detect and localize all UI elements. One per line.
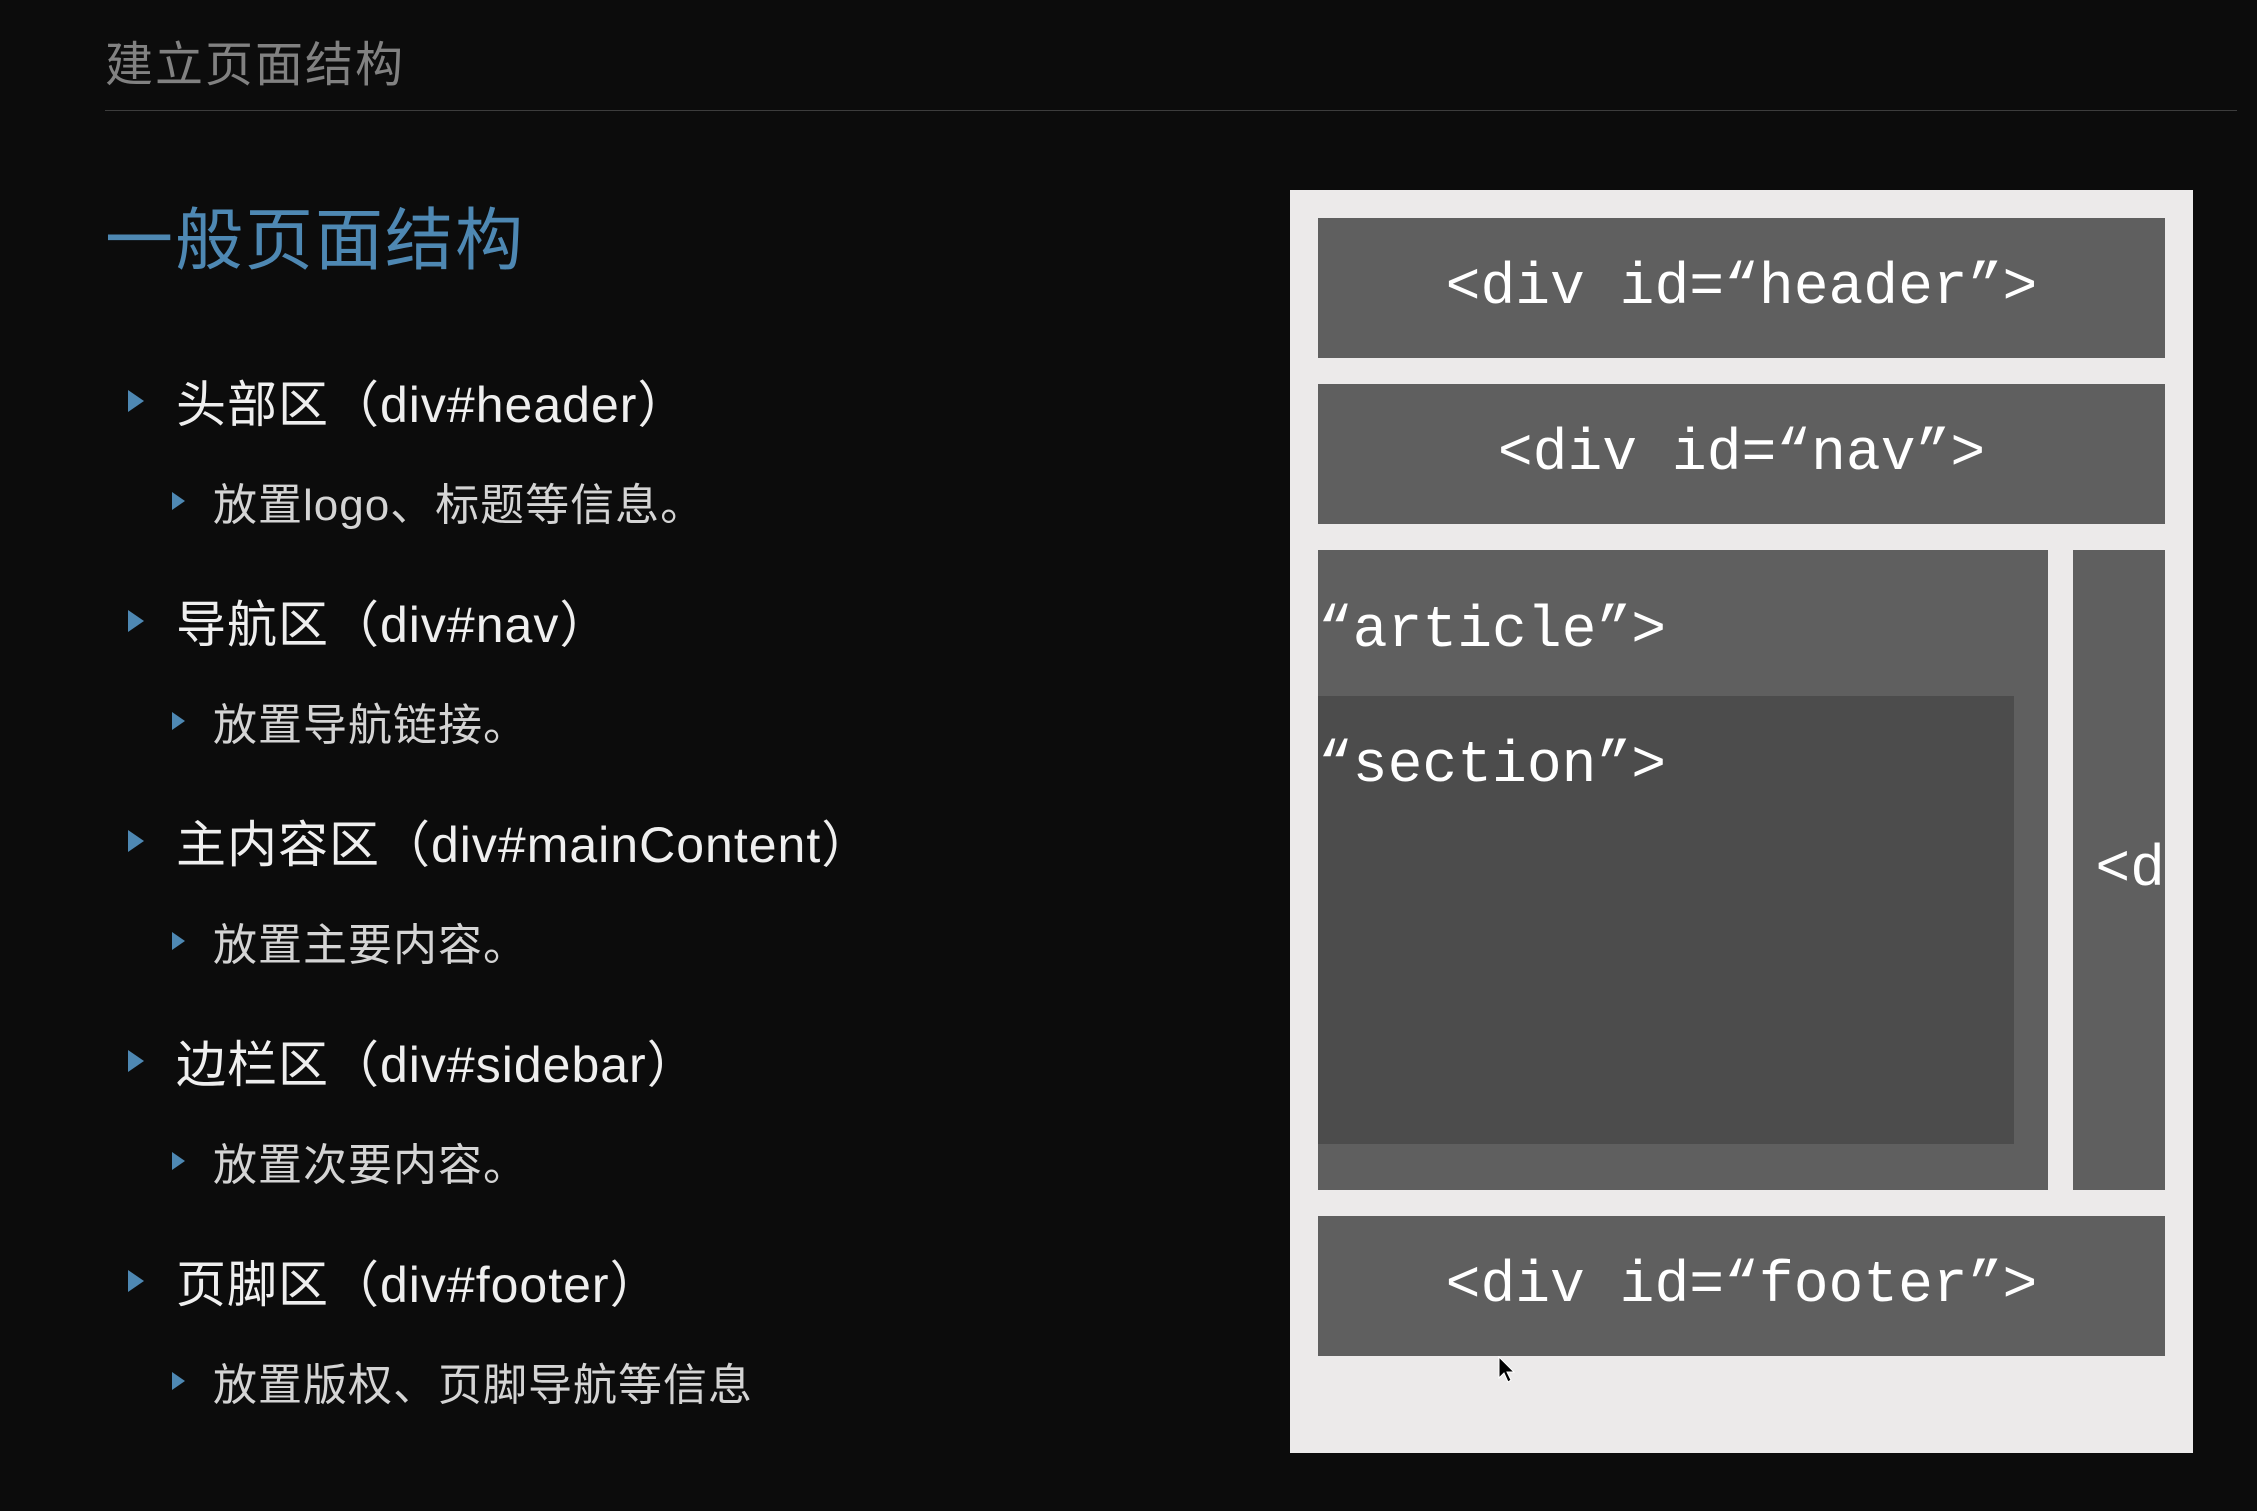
slide-title: 建立页面结构 [105,25,405,95]
list-subitem: 放置主要内容。 [172,909,1228,973]
diagram-section-block: “section”> [1318,696,2014,1144]
diagram-sidebar-label: <d [2095,838,2165,903]
triangle-bullet-icon [128,830,144,852]
list-subitem-label: 放置版权、页脚导航等信息 [213,1349,753,1413]
triangle-bullet-icon [172,1152,185,1170]
bullet-list: 头部区（div#header） 放置logo、标题等信息。 导航区（div#na… [128,365,1228,1465]
diagram-nav-label: <div id=“nav”> [1498,422,1985,487]
list-item-label: 导航区（div#nav） [176,585,610,657]
diagram-article-block: “article”> “section”> [1318,550,2048,1190]
diagram-article-label: “article”> [1318,599,1666,664]
diagram-mid-row: “article”> “section”> <d [1318,550,2165,1190]
list-subitem-label: 放置logo、标题等信息。 [213,469,705,533]
list-item-label: 边栏区（div#sidebar） [176,1025,698,1097]
list-subitem-label: 放置主要内容。 [213,909,528,973]
list-item: 主内容区（div#mainContent） 放置主要内容。 [128,805,1228,973]
triangle-bullet-icon [128,1050,144,1072]
diagram-header-block: <div id=“header”> [1318,218,2165,358]
triangle-bullet-icon [172,1372,185,1390]
list-item-label: 头部区（div#header） [176,365,688,437]
triangle-bullet-icon [172,492,185,510]
diagram-footer-label: <div id=“footer”> [1446,1254,2038,1319]
list-subitem: 放置logo、标题等信息。 [172,469,1228,533]
list-subitem: 放置版权、页脚导航等信息 [172,1349,1228,1413]
diagram-section-label: “section”> [1318,734,1666,799]
list-item: 导航区（div#nav） 放置导航链接。 [128,585,1228,753]
list-subitem-label: 放置导航链接。 [213,689,528,753]
list-subitem: 放置导航链接。 [172,689,1228,753]
list-subitem-label: 放置次要内容。 [213,1129,528,1193]
diagram-sidebar-block: <d [2073,550,2165,1190]
layout-diagram: <div id=“header”> <div id=“nav”> “articl… [1290,190,2193,1453]
diagram-header-label: <div id=“header”> [1446,256,2038,321]
list-item: 头部区（div#header） 放置logo、标题等信息。 [128,365,1228,533]
list-item-label: 页脚区（div#footer） [176,1245,661,1317]
list-item: 页脚区（div#footer） 放置版权、页脚导航等信息 [128,1245,1228,1413]
list-item: 边栏区（div#sidebar） 放置次要内容。 [128,1025,1228,1193]
diagram-footer-block: <div id=“footer”> [1318,1216,2165,1356]
title-underline [105,110,2237,111]
content-heading: 一般页面结构 [105,185,525,284]
list-item-label: 主内容区（div#mainContent） [176,805,872,877]
triangle-bullet-icon [128,1270,144,1292]
list-subitem: 放置次要内容。 [172,1129,1228,1193]
triangle-bullet-icon [128,390,144,412]
slide: 建立页面结构 一般页面结构 头部区（div#header） 放置logo、标题等… [0,0,2257,1511]
diagram-gap [2048,550,2073,1190]
triangle-bullet-icon [172,712,185,730]
triangle-bullet-icon [172,932,185,950]
triangle-bullet-icon [128,610,144,632]
diagram-nav-block: <div id=“nav”> [1318,384,2165,524]
